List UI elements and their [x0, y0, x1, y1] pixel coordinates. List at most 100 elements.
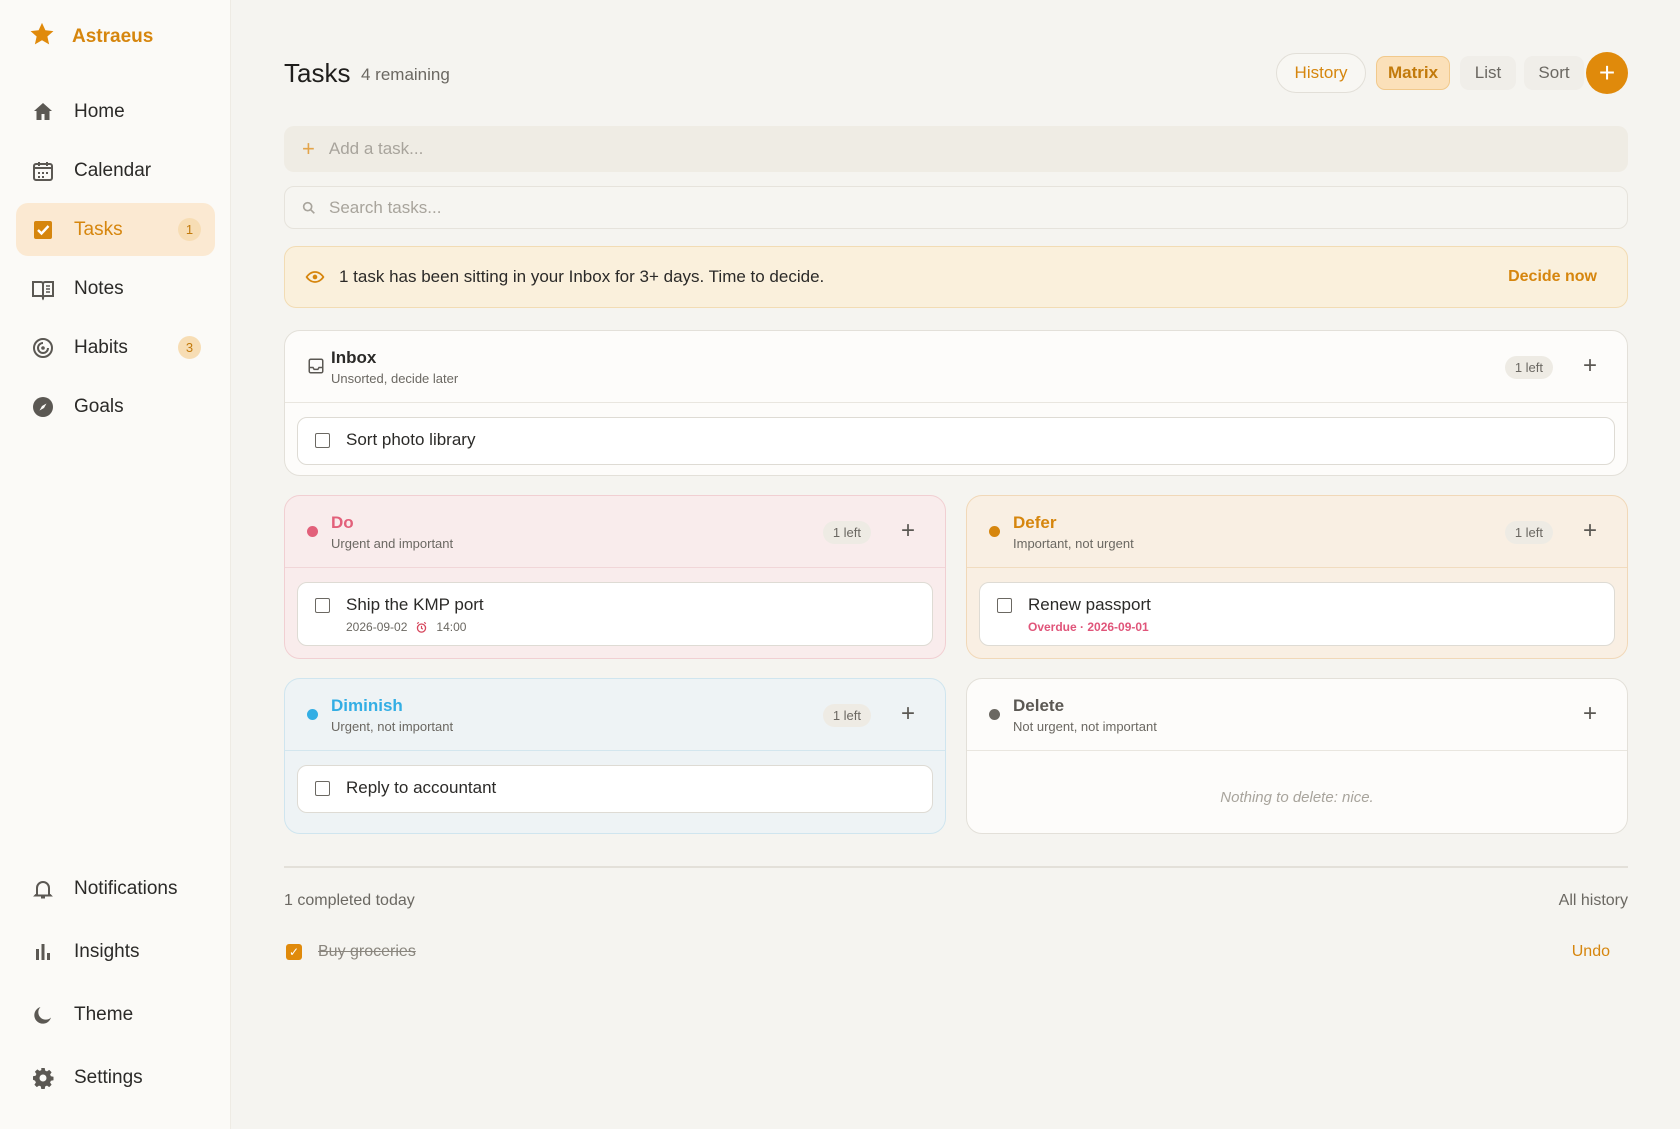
do-title: Do [331, 513, 354, 532]
calendar-icon [30, 158, 56, 184]
defer-dot [989, 526, 1000, 537]
gear-icon [30, 1065, 56, 1091]
defer-add-button[interactable]: + [1583, 516, 1597, 546]
page-title: Tasks [284, 58, 351, 88]
task-checkbox[interactable] [315, 781, 330, 796]
undo-button[interactable]: Undo [1572, 943, 1610, 961]
divider [284, 866, 1628, 868]
star-icon [28, 20, 56, 54]
decide-now-button[interactable]: Decide now [1508, 268, 1597, 286]
do-header: Do Urgent and important 1 left + [285, 496, 945, 568]
do-add-button[interactable]: + [901, 516, 915, 546]
inbox-title: Inbox [331, 348, 377, 367]
defer-quadrant: Defer Important, not urgent 1 left + Ren… [966, 495, 1628, 659]
search-placeholder: Search tasks... [329, 197, 442, 217]
diminish-dot [307, 709, 318, 720]
sidebar-item-insights[interactable]: Insights [16, 925, 215, 978]
list-view-button[interactable]: List [1460, 56, 1516, 90]
diminish-count: 1 left [822, 704, 871, 727]
do-subtitle: Urgent and important [331, 536, 454, 551]
sidebar-item-label: Home [74, 100, 125, 122]
sidebar-item-notes[interactable]: Notes [16, 262, 215, 315]
delete-header: Delete Not urgent, not important + [967, 679, 1627, 751]
defer-header: Defer Important, not urgent 1 left + [967, 496, 1627, 568]
task-item[interactable]: Sort photo library [297, 417, 1615, 465]
remaining-count: 4 remaining [361, 65, 450, 84]
inbox-card: Inbox Unsorted, decide later 1 left + So… [284, 330, 1628, 476]
defer-count: 1 left [1504, 521, 1553, 544]
completed-task-name: Buy groceries [318, 943, 416, 960]
delete-quadrant: Delete Not urgent, not important + Nothi… [966, 678, 1628, 834]
tasks-badge: 1 [178, 218, 201, 241]
history-button[interactable]: History [1276, 53, 1366, 93]
compass-icon [30, 394, 56, 420]
target-icon [30, 335, 56, 361]
sidebar-item-habits[interactable]: Habits 3 [16, 321, 215, 374]
task-checkbox[interactable] [315, 433, 330, 448]
sidebar-item-theme[interactable]: Theme [16, 988, 215, 1041]
check-square-icon [30, 217, 56, 243]
diminish-title: Diminish [331, 696, 403, 715]
task-name: Renew passport [1028, 595, 1151, 614]
all-history-link[interactable]: All history [1559, 892, 1628, 910]
task-checkbox[interactable] [315, 598, 330, 613]
inbox-add-button[interactable]: + [1583, 351, 1597, 381]
bar-chart-icon [30, 939, 56, 965]
inbox-subtitle: Unsorted, decide later [331, 371, 459, 386]
task-checkbox[interactable] [997, 598, 1012, 613]
moon-icon [30, 1002, 56, 1028]
sidebar-item-label: Goals [74, 395, 124, 417]
delete-title: Delete [1013, 696, 1065, 715]
add-task-button[interactable]: + [1586, 52, 1628, 94]
sidebar-item-notifications[interactable]: Notifications [16, 862, 215, 915]
banner-text: 1 task has been sitting in your Inbox fo… [339, 267, 825, 286]
checked-checkbox[interactable]: ✓ [286, 944, 302, 960]
delete-add-button[interactable]: + [1583, 699, 1597, 729]
task-meta: 2026-09-02 14:00 [346, 620, 466, 634]
plus-icon: + [302, 136, 315, 161]
sidebar-item-tasks[interactable]: Tasks 1 [16, 203, 215, 256]
task-item[interactable]: Ship the KMP port 2026-09-02 14:00 [297, 582, 933, 646]
sidebar-item-settings[interactable]: Settings [16, 1051, 215, 1104]
book-icon [30, 276, 56, 302]
inbox-count: 1 left [1504, 356, 1553, 379]
sort-button[interactable]: Sort [1524, 56, 1584, 90]
sidebar-item-home[interactable]: Home [16, 85, 215, 138]
task-item[interactable]: Renew passport Overdue · 2026-09-01 [979, 582, 1615, 646]
sidebar-item-label: Theme [74, 1003, 134, 1025]
inbox-header: Inbox Unsorted, decide later 1 left + [285, 331, 1627, 403]
alarm-clock-icon [415, 621, 428, 634]
app-name: Astraeus [72, 26, 154, 47]
add-task-placeholder: Add a task... [328, 139, 424, 158]
bell-icon [30, 876, 56, 902]
do-dot [307, 526, 318, 537]
task-date: 2026-09-02 [346, 620, 408, 634]
diminish-add-button[interactable]: + [901, 699, 915, 729]
sidebar: Astraeus Home Calendar Tasks 1 Notes Hab… [0, 0, 231, 1129]
delete-dot [989, 709, 1000, 720]
sidebar-item-goals[interactable]: Goals [16, 380, 215, 433]
sidebar-item-label: Settings [74, 1066, 143, 1088]
home-icon [30, 99, 56, 125]
sidebar-item-label: Insights [74, 940, 140, 962]
page-header: Tasks 4 remaining History Matrix List So… [284, 52, 1628, 96]
matrix-view-button[interactable]: Matrix [1376, 56, 1450, 90]
inbox-icon [307, 357, 325, 375]
brand[interactable]: Astraeus [28, 22, 153, 52]
task-item[interactable]: Reply to accountant [297, 765, 933, 813]
diminish-subtitle: Urgent, not important [331, 719, 454, 734]
sidebar-item-label: Calendar [74, 159, 152, 181]
defer-title: Defer [1013, 513, 1057, 532]
habits-badge: 3 [178, 336, 201, 359]
defer-subtitle: Important, not urgent [1013, 536, 1134, 551]
search-icon [301, 200, 317, 216]
delete-subtitle: Not urgent, not important [1013, 719, 1157, 734]
eye-icon [305, 267, 325, 287]
search-input[interactable]: Search tasks... [284, 186, 1628, 229]
sidebar-item-label: Notifications [74, 877, 178, 899]
inbox-reminder-banner: 1 task has been sitting in your Inbox fo… [284, 246, 1628, 308]
sidebar-item-calendar[interactable]: Calendar [16, 144, 215, 197]
add-task-input[interactable]: + Add a task... [284, 126, 1628, 172]
task-name: Sort photo library [346, 430, 476, 449]
do-count: 1 left [822, 521, 871, 544]
